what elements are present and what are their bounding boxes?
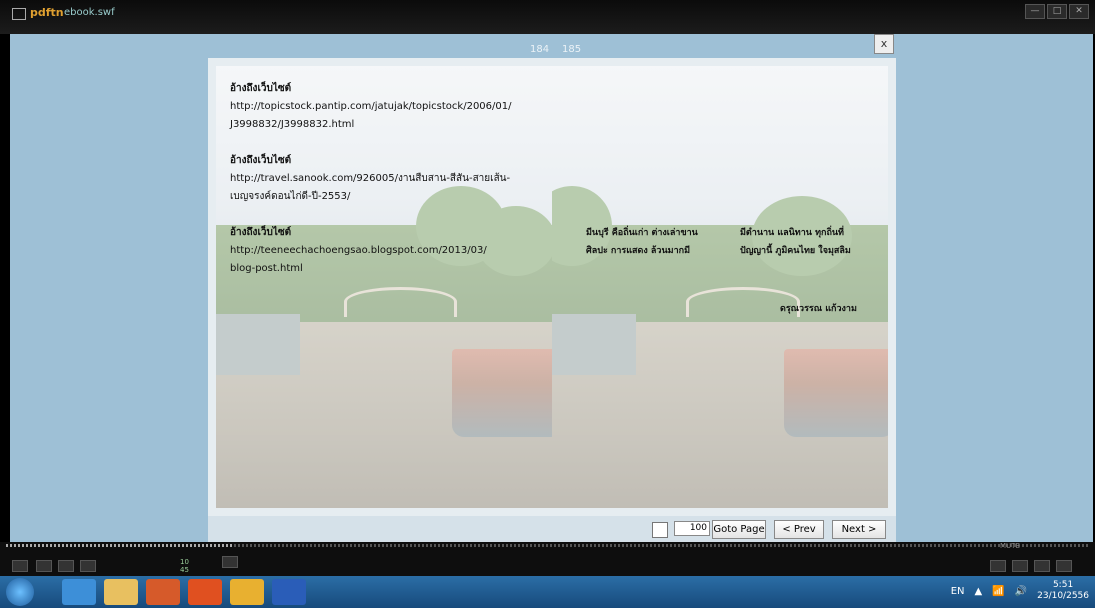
- ref-link-1a: http://topicstock.pantip.com/jatujak/top…: [230, 101, 512, 112]
- chrome-icon[interactable]: [230, 579, 264, 605]
- counter-bottom: 45: [180, 566, 189, 574]
- explorer-icon[interactable]: [104, 579, 138, 605]
- poem-line-2: ศิลปะ การแสดง ล้วนมากมี: [586, 246, 691, 256]
- word-icon[interactable]: [272, 579, 306, 605]
- poem-author: ดรุณวรรณ แก้วงาม: [780, 304, 857, 314]
- system-tray: EN ▲ 📶 🔊 5:51 23/10/2556: [951, 580, 1089, 602]
- screen-icon[interactable]: [1012, 560, 1028, 572]
- next-track-icon[interactable]: [80, 560, 96, 572]
- ref-link-2a: http://travel.sanook.com/926005/งานสืบสา…: [230, 173, 511, 184]
- seek-bar[interactable]: [6, 544, 1089, 547]
- ref-link-3a: http://teeneechachoengsao.blogspot.com/2…: [230, 245, 487, 256]
- swf-app-icon[interactable]: [188, 579, 222, 605]
- counter-top: 10: [180, 558, 189, 566]
- next-page-button[interactable]: Next >: [832, 520, 886, 539]
- network-icon[interactable]: 📶: [992, 586, 1004, 597]
- mute-label[interactable]: MUTE: [1000, 542, 1020, 550]
- goto-page-button[interactable]: Goto Page: [712, 520, 766, 539]
- prev-track-icon[interactable]: [12, 560, 28, 572]
- ref-link-1b: J3998832/J3998832.html: [230, 119, 355, 130]
- close-viewer-button[interactable]: x: [874, 34, 894, 54]
- app-brand: pdftn: [30, 6, 64, 19]
- page-number-left: 184: [530, 44, 550, 55]
- poem-line-4: ปัญญานี้ ภูมิคนไทย ใจมุสลิม: [740, 246, 851, 256]
- thumbnails-button[interactable]: [652, 522, 668, 538]
- canal-photo-right: [552, 66, 888, 508]
- tray-expand-icon[interactable]: ▲: [975, 586, 983, 597]
- ref-heading-3: อ้างถึงเว็บไซต์: [230, 227, 292, 238]
- page-right[interactable]: มีนบุรี คือถิ่นเก่า ต่างเล่าขาน ศิลปะ กา…: [552, 66, 888, 508]
- volume-icon[interactable]: [222, 556, 238, 568]
- page-number-input[interactable]: 100: [674, 521, 710, 536]
- close-window-button[interactable]: ✕: [1069, 4, 1089, 19]
- poem-stanza-left: มีนบุรี คือถิ่นเก่า ต่างเล่าขาน ศิลปะ กา…: [586, 224, 698, 260]
- ref-heading-1: อ้างถึงเว็บไซต์: [230, 83, 292, 94]
- window-title: ebook.swf: [64, 7, 115, 18]
- page-navigation-bar: 100 Goto Page < Prev Next >: [208, 516, 896, 542]
- poem-stanza-right: มีตำนาน แลนิทาน ทุกถิ่นที่ ปัญญานี้ ภูมิ…: [740, 224, 851, 260]
- ie-icon[interactable]: [62, 579, 96, 605]
- ref-heading-2: อ้างถึงเว็บไซต์: [230, 155, 292, 166]
- eject-icon[interactable]: [1034, 560, 1050, 572]
- play-pause-icon[interactable]: [36, 560, 52, 572]
- prev-page-button[interactable]: < Prev: [774, 520, 824, 539]
- language-indicator[interactable]: EN: [951, 586, 965, 597]
- ebook-spread: อ้างถึงเว็บไซต์ http://topicstock.pantip…: [208, 58, 896, 516]
- ref-link-3b: blog-post.html: [230, 263, 303, 274]
- page-left[interactable]: อ้างถึงเว็บไซต์ http://topicstock.pantip…: [216, 66, 552, 508]
- poem-line-1: มีนบุรี คือถิ่นเก่า ต่างเล่าขาน: [586, 228, 698, 238]
- media-app-icon[interactable]: [146, 579, 180, 605]
- media-player-controls: MUTE 10 45: [0, 542, 1095, 576]
- volume-tray-icon[interactable]: 🔊: [1015, 586, 1027, 597]
- windows-taskbar: EN ▲ 📶 🔊 5:51 23/10/2556: [0, 576, 1095, 608]
- stop-icon[interactable]: [58, 560, 74, 572]
- time-counter: 10 45: [180, 558, 189, 574]
- title-bar: pdftn ebook.swf — □ ✕: [0, 0, 1095, 34]
- start-button[interactable]: [6, 578, 34, 606]
- ref-link-2b: เบญจรงค์ดอนไก่ดี-ปี-2553/: [230, 191, 351, 202]
- maximize-button[interactable]: □: [1047, 4, 1067, 19]
- app-menu-icon[interactable]: [12, 8, 26, 20]
- page-number-right: 185: [562, 44, 582, 55]
- minimize-button[interactable]: —: [1025, 4, 1045, 19]
- poem-line-3: มีตำนาน แลนิทาน ทุกถิ่นที่: [740, 228, 844, 238]
- menu-icon[interactable]: [1056, 560, 1072, 572]
- clock[interactable]: 5:51 23/10/2556: [1037, 580, 1089, 602]
- settings-icon[interactable]: [990, 560, 1006, 572]
- clock-date: 23/10/2556: [1037, 591, 1089, 601]
- clock-time: 5:51: [1052, 580, 1074, 590]
- references-text: อ้างถึงเว็บไซต์ http://topicstock.pantip…: [230, 80, 550, 278]
